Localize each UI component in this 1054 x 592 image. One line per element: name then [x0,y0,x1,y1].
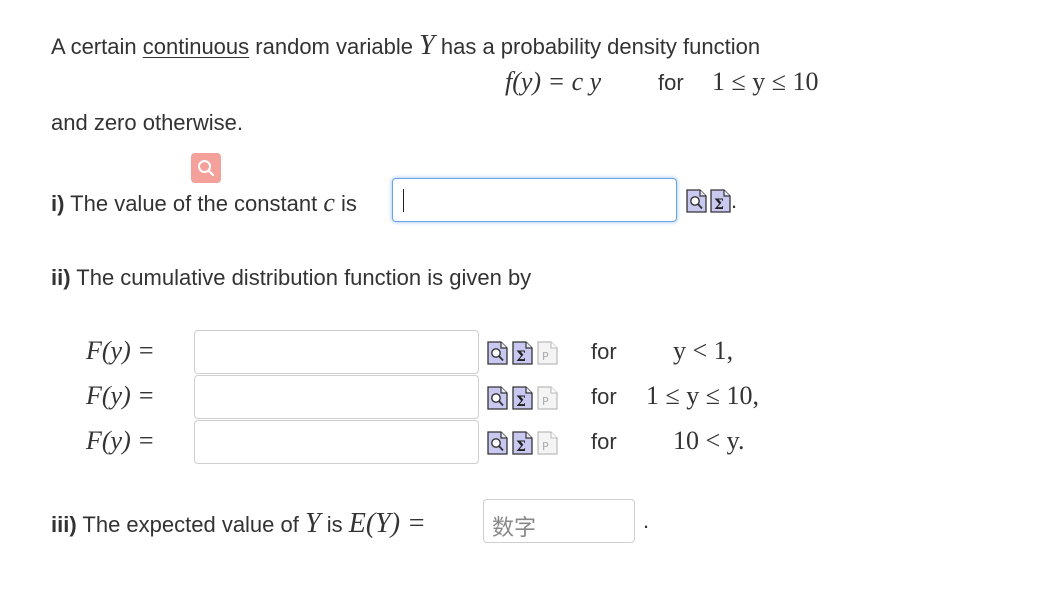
part-i-is: is [341,191,357,216]
preview-icon[interactable] [487,431,508,455]
sigma-icon[interactable]: Σ [710,189,731,213]
otherwise-text: and zero otherwise. [51,110,243,135]
part-iii-label: iii) [51,512,77,537]
cdf-row-2-for: for [591,384,617,409]
part-i-trail: . [731,188,738,213]
part-iii-question: iii) The expected value of Y is E(Y) = [51,510,426,538]
expected-value-placeholder: 数字 [492,516,537,541]
preview-icon[interactable] [487,386,508,410]
magnifier-button[interactable] [191,153,221,183]
constant-c-input[interactable] [392,178,677,222]
svg-text:P: P [542,395,549,408]
intro-var-y: Y [419,30,435,61]
part-i-label: i) [51,191,65,216]
intro-text-3: has a probability density function [440,34,761,59]
cdf-row-2-condition: 1 ≤ y ≤ 10, [646,381,760,410]
svg-text:Σ: Σ [714,197,724,213]
part-iii-text: The expected value of [82,512,299,537]
svg-text:P: P [542,440,549,453]
part-iii-expression: E(Y) = [348,508,426,539]
magnifier-icon [198,160,215,177]
part-iii-is: is [326,512,343,537]
svg-text:Σ: Σ [516,439,526,455]
intro-text-2: random variable [255,34,414,59]
preview-icon[interactable] [487,341,508,365]
part-ii-label: ii) [51,265,71,290]
pdf-formula: f(y) = c y [505,67,602,96]
sigma-icon[interactable]: Σ [512,431,533,455]
cdf-row-1-input[interactable] [194,330,479,374]
pdf-range: 1 ≤ y ≤ 10 [712,67,819,96]
continuous-link[interactable]: continuous [143,34,249,59]
paste-icon[interactable]: P [537,386,558,410]
cdf-row-1-for: for [591,339,617,364]
cdf-row-2-input[interactable] [194,375,479,419]
cdf-row-3-condition: 10 < y. [673,426,745,455]
paste-icon[interactable]: P [537,341,558,365]
part-iii-trail: . [643,508,650,533]
svg-text:Σ: Σ [516,349,526,365]
cdf-row-1-condition: y < 1, [673,336,734,365]
svg-text:P: P [542,350,549,363]
part-ii-question: ii) The cumulative distribution function… [51,267,531,289]
text-caret [403,189,404,212]
cdf-row-1-lhs: F(y) = [86,336,155,365]
part-ii-text: The cumulative distribution function is … [76,265,532,290]
svg-text:Σ: Σ [516,394,526,410]
part-i-const-c: c [323,188,335,217]
cdf-row-3-lhs: F(y) = [86,426,155,455]
cdf-row-3-for: for [591,429,617,454]
cdf-row-3-input[interactable] [194,420,479,464]
intro-line: A certain continuous random variable Y h… [51,32,760,60]
sigma-icon[interactable]: Σ [512,386,533,410]
paste-icon[interactable]: P [537,431,558,455]
expected-value-input[interactable]: 数字 [483,499,635,543]
pdf-for: for [658,70,684,95]
cdf-row-2-lhs: F(y) = [86,381,155,410]
part-i-text: The value of the constant [70,191,318,216]
part-i-question: i) The value of the constant c is [51,190,357,216]
part-iii-var-y: Y [305,508,321,539]
preview-icon[interactable] [686,189,707,213]
sigma-icon[interactable]: Σ [512,341,533,365]
intro-text-1: A certain [51,34,137,59]
